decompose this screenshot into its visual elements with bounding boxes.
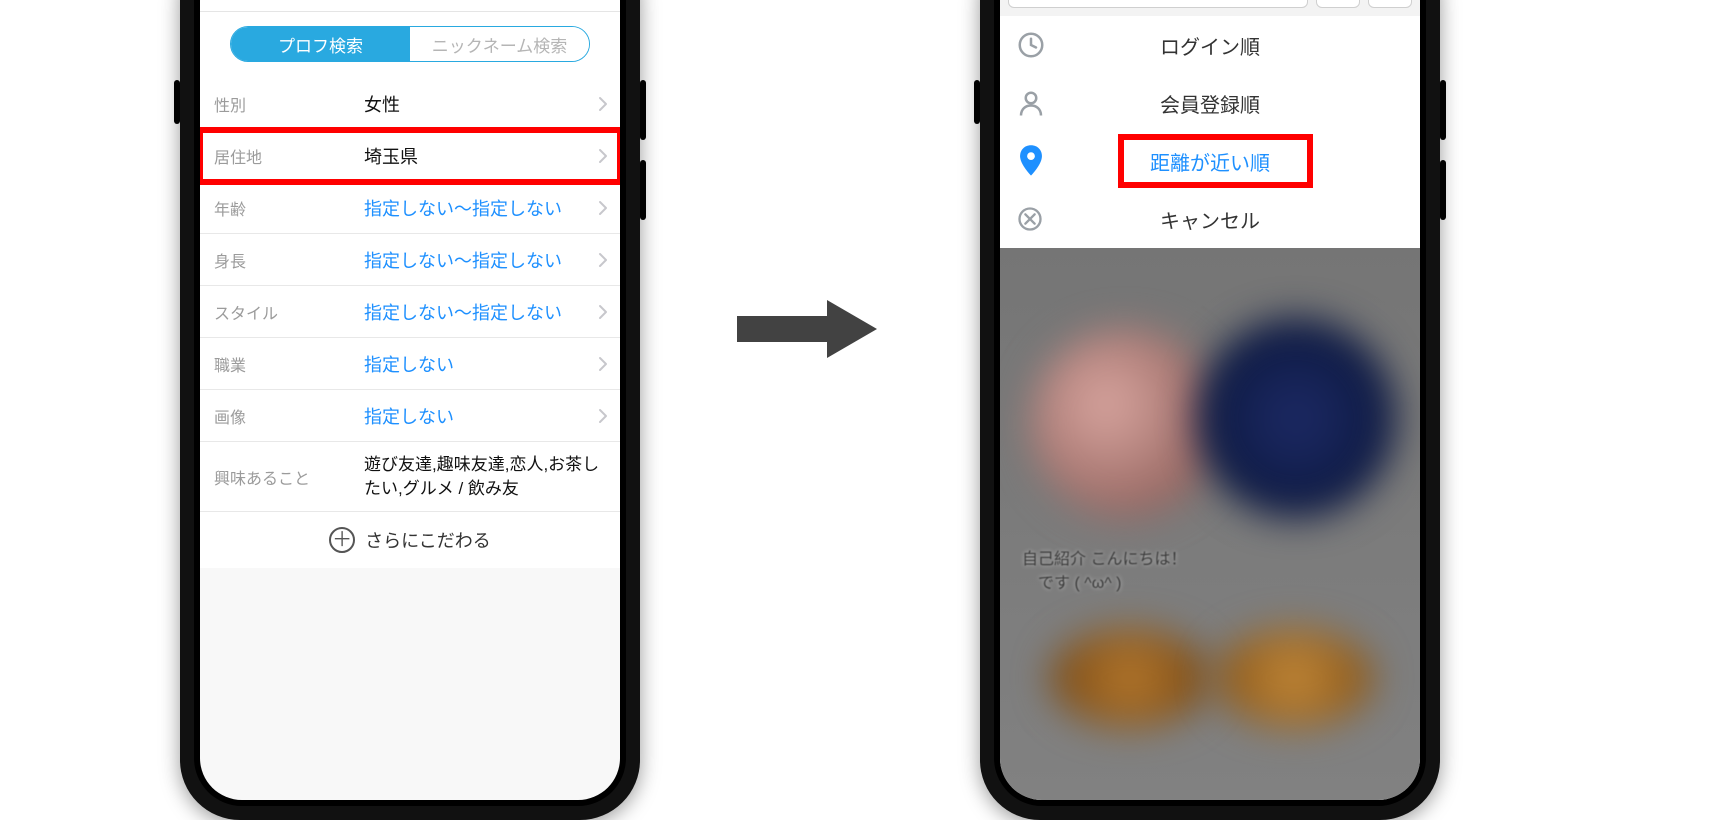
row-height[interactable]: 身長 指定しない～指定しない (200, 234, 620, 286)
chevron-right-icon (598, 356, 608, 372)
plus-circle-icon: ＋ (329, 527, 355, 553)
row-label: 職業 (214, 352, 364, 376)
sort-label: 会員登録順 (1076, 89, 1404, 118)
location-button[interactable] (1368, 0, 1412, 8)
sort-login[interactable]: ログイン順 (1000, 16, 1420, 74)
row-label: 画像 (214, 404, 364, 428)
avatar-blur (1050, 628, 1210, 728)
caption-line: です ( ^ω^ ) (1022, 572, 1186, 596)
filter-list: 性別 女性 居住地 埼玉県 年齢 指定しない～指定しない 身長 指定しない～指定 (200, 78, 620, 568)
row-value: 女性 (364, 91, 598, 117)
sort-cancel[interactable]: キャンセル (1000, 190, 1420, 248)
screen-right: 検索条件を設定中 (1000, 0, 1420, 800)
clock-icon (1016, 30, 1076, 60)
sort-label: キャンセル (1076, 205, 1404, 234)
row-value: 埼玉県 (364, 143, 598, 169)
phone-frame-right: 検索条件を設定中 (980, 0, 1440, 820)
more-filters-button[interactable]: ＋ さらにこだわる (200, 512, 620, 568)
phone-side-button (174, 80, 180, 124)
chevron-right-icon (598, 252, 608, 268)
pin-icon (1016, 144, 1076, 178)
phone-side-button (640, 160, 646, 220)
row-age[interactable]: 年齢 指定しない～指定しない (200, 182, 620, 234)
user-icon (1016, 88, 1076, 118)
row-gender[interactable]: 性別 女性 (200, 78, 620, 130)
chevron-right-icon (598, 148, 608, 164)
row-residence[interactable]: 居住地 埼玉県 (200, 130, 620, 182)
results-area-blurred: 自己紹介 こんにちは！ です ( ^ω^ ) (1000, 248, 1420, 800)
phone-side-button (974, 80, 980, 124)
sort-panel: ログイン順 会員登録順 距離が近い順 (1000, 16, 1420, 248)
row-value: 指定しない (364, 403, 598, 429)
row-label: 年齢 (214, 196, 364, 220)
chevron-right-icon (598, 96, 608, 112)
row-label: 居住地 (214, 144, 364, 168)
phone-frame-left: 戻る プロフ検索 プロフ検索 ニックネーム検索 性別 女性 居住地 埼 (180, 0, 640, 820)
caption-line: 自己紹介 こんにちは！ (1022, 548, 1186, 572)
search-input[interactable]: 検索条件を設定中 (1008, 0, 1308, 8)
phone-bezel: 戻る プロフ検索 プロフ検索 ニックネーム検索 性別 女性 居住地 埼 (194, 0, 626, 806)
close-circle-icon (1016, 205, 1076, 233)
row-job[interactable]: 職業 指定しない (200, 338, 620, 390)
sort-label: 距離が近い順 (1076, 147, 1404, 176)
segment-control: プロフ検索 ニックネーム検索 (230, 26, 590, 62)
row-label: 身長 (214, 248, 364, 272)
chevron-right-icon (598, 200, 608, 216)
back-button[interactable]: 戻る (208, 0, 266, 11)
segment-nickname-search[interactable]: ニックネーム検索 (410, 27, 589, 61)
profile-caption: 自己紹介 こんにちは！ です ( ^ω^ ) (1022, 548, 1186, 596)
sequence-arrow-icon (732, 294, 882, 364)
segment-profile-search[interactable]: プロフ検索 (231, 27, 410, 61)
row-label: スタイル (214, 300, 364, 324)
sort-register[interactable]: 会員登録順 (1000, 74, 1420, 132)
avatar-blur (1196, 318, 1396, 518)
phone-side-button (1440, 80, 1446, 140)
more-filters-label: さらにこだわる (365, 527, 491, 553)
sort-label: ログイン順 (1076, 31, 1404, 60)
phone-bezel: 検索条件を設定中 (994, 0, 1426, 806)
grid-view-button[interactable] (1316, 0, 1360, 8)
row-value: 指定しない～指定しない (364, 195, 598, 221)
chevron-right-icon (598, 408, 608, 424)
avatar-blur (1214, 628, 1374, 728)
avatar-blur (1030, 328, 1220, 518)
screen-left: 戻る プロフ検索 プロフ検索 ニックネーム検索 性別 女性 居住地 埼 (200, 0, 620, 800)
row-image[interactable]: 画像 指定しない (200, 390, 620, 442)
phone-side-button (1440, 160, 1446, 220)
row-label: 性別 (214, 92, 364, 116)
phone-side-button (640, 80, 646, 140)
row-label: 興味あること (214, 465, 364, 489)
chevron-right-icon (598, 304, 608, 320)
row-style[interactable]: スタイル 指定しない～指定しない (200, 286, 620, 338)
row-interest[interactable]: 興味あること 遊び友達,趣味友達,恋人,お茶したい,グルメ / 飲み友 (200, 442, 620, 512)
nav-bar: 戻る プロフ検索 (200, 0, 620, 12)
row-value: 遊び友達,趣味友達,恋人,お茶したい,グルメ / 飲み友 (364, 453, 608, 501)
row-value: 指定しない～指定しない (364, 247, 598, 273)
search-bar-area: 検索条件を設定中 (1000, 0, 1420, 16)
segment-control-wrap: プロフ検索 ニックネーム検索 (200, 12, 620, 78)
row-value: 指定しない～指定しない (364, 299, 598, 325)
sort-distance[interactable]: 距離が近い順 (1000, 132, 1420, 190)
row-value: 指定しない (364, 351, 598, 377)
